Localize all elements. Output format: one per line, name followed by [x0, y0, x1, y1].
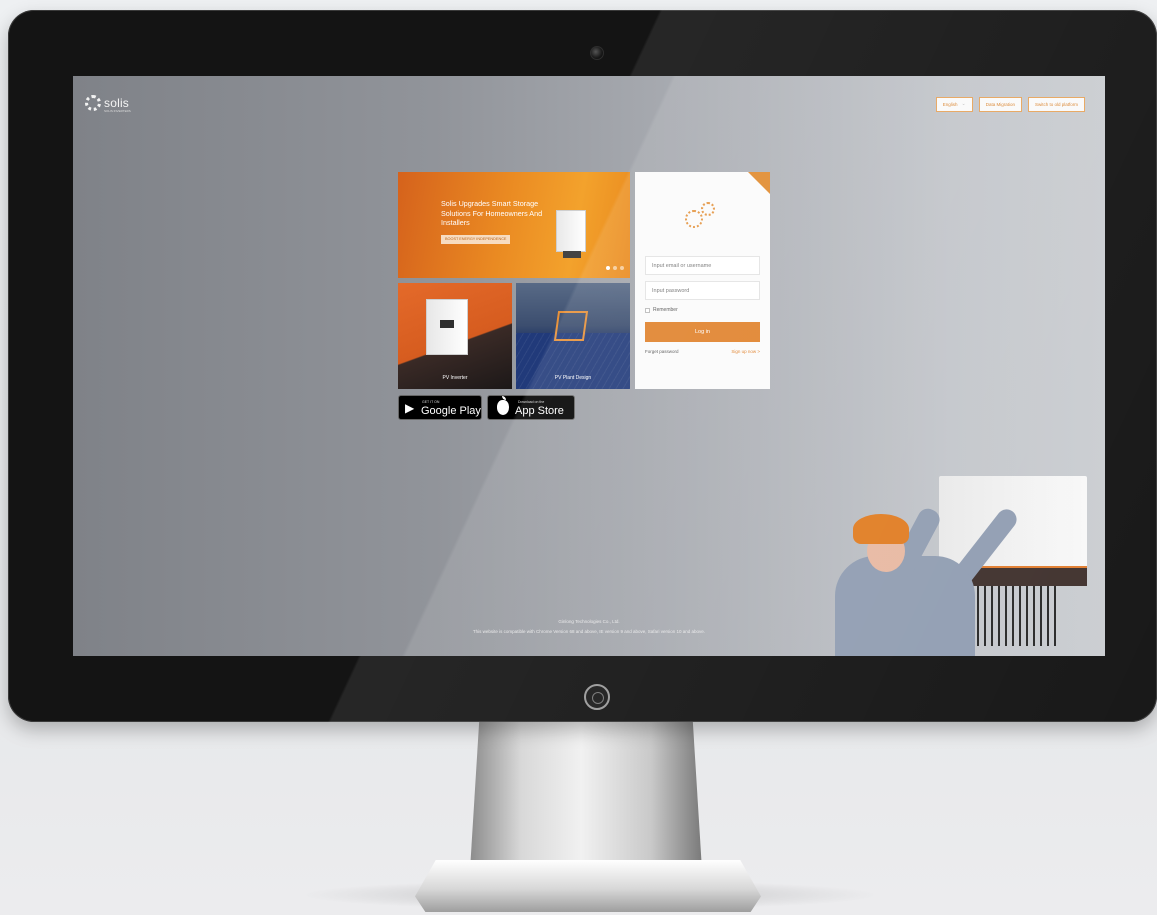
inverter-image — [426, 299, 468, 355]
app-store-badge[interactable]: Download on the App Store — [487, 395, 575, 420]
sign-up-link[interactable]: Sign up now > — [731, 349, 760, 354]
password-input[interactable] — [645, 281, 760, 300]
carousel-dot[interactable] — [613, 266, 617, 270]
login-button[interactable]: Log in — [645, 322, 760, 342]
google-play-icon: ▶ — [405, 401, 415, 415]
gear-icon — [685, 210, 703, 228]
corner-decoration — [748, 172, 770, 194]
solis-logo-icon — [85, 95, 101, 111]
logo-subtext: SOLIS INVERTERS — [104, 109, 131, 113]
design-sketch-icon — [553, 311, 589, 341]
data-migration-button[interactable]: Data Migration — [978, 97, 1022, 112]
language-value: English — [942, 102, 958, 107]
monitor-stand-neck — [470, 720, 702, 870]
carousel-dot[interactable] — [606, 266, 610, 270]
promo-banner[interactable]: Solis Upgrades Smart Storage Solutions F… — [398, 172, 630, 278]
top-actions: English ⌄ Data Migration Switch to old p… — [935, 97, 1085, 112]
apple-icon — [497, 396, 509, 415]
language-select[interactable]: English ⌄ — [935, 97, 973, 112]
chevron-down-icon: ⌄ — [961, 101, 966, 107]
carousel-dots — [606, 266, 624, 270]
worker-illustration — [825, 466, 1105, 656]
banner-tag: BOOST ENERGY INDEPENDENCE — [441, 235, 511, 244]
monitor-stand-base — [415, 860, 761, 912]
tile-pv-inverter[interactable]: PV Inverter — [398, 283, 512, 389]
gears-icon — [685, 202, 719, 230]
remember-label: Remember — [653, 307, 678, 313]
power-button-icon — [584, 684, 610, 710]
apple-badge-big: App Store — [515, 405, 564, 417]
gear-icon — [701, 202, 715, 216]
google-badge-small: GET IT ON — [422, 400, 440, 404]
switch-platform-button[interactable]: Switch to old platform — [1027, 97, 1085, 112]
webcam-icon — [590, 46, 604, 60]
mockup-stage: solis SOLIS INVERTERS English ⌄ Data Mig… — [0, 0, 1157, 915]
cables-image — [977, 586, 1057, 646]
email-input[interactable] — [645, 256, 760, 275]
tile-label: PV Inverter — [442, 375, 468, 381]
solis-logo[interactable]: solis SOLIS INVERTERS — [85, 95, 131, 113]
tile-label: PV Plant Design — [554, 375, 592, 381]
remember-checkbox[interactable]: Remember — [645, 307, 678, 313]
google-play-badge[interactable]: ▶ GET IT ON Google Play — [398, 395, 482, 420]
login-screen: solis SOLIS INVERTERS English ⌄ Data Mig… — [73, 76, 1105, 656]
footer-company: Ginlong Technologies Co., Ltd. — [558, 619, 620, 624]
storage-device-image — [556, 210, 586, 258]
banner-title: Solis Upgrades Smart Storage Solutions F… — [441, 199, 543, 227]
footer-compatibility: This website is compatible with Chrome V… — [472, 629, 706, 634]
forgot-password-link[interactable]: Forget password — [645, 349, 679, 354]
apple-badge-small: Download on the — [518, 400, 545, 404]
tile-pv-plant-design[interactable]: PV Plant Design — [516, 283, 630, 389]
carousel-dot[interactable] — [620, 266, 624, 270]
checkbox-icon[interactable] — [645, 307, 650, 313]
logo-text: solis — [104, 96, 130, 110]
google-badge-big: Google Play — [421, 405, 481, 417]
hard-hat-icon — [853, 514, 909, 544]
